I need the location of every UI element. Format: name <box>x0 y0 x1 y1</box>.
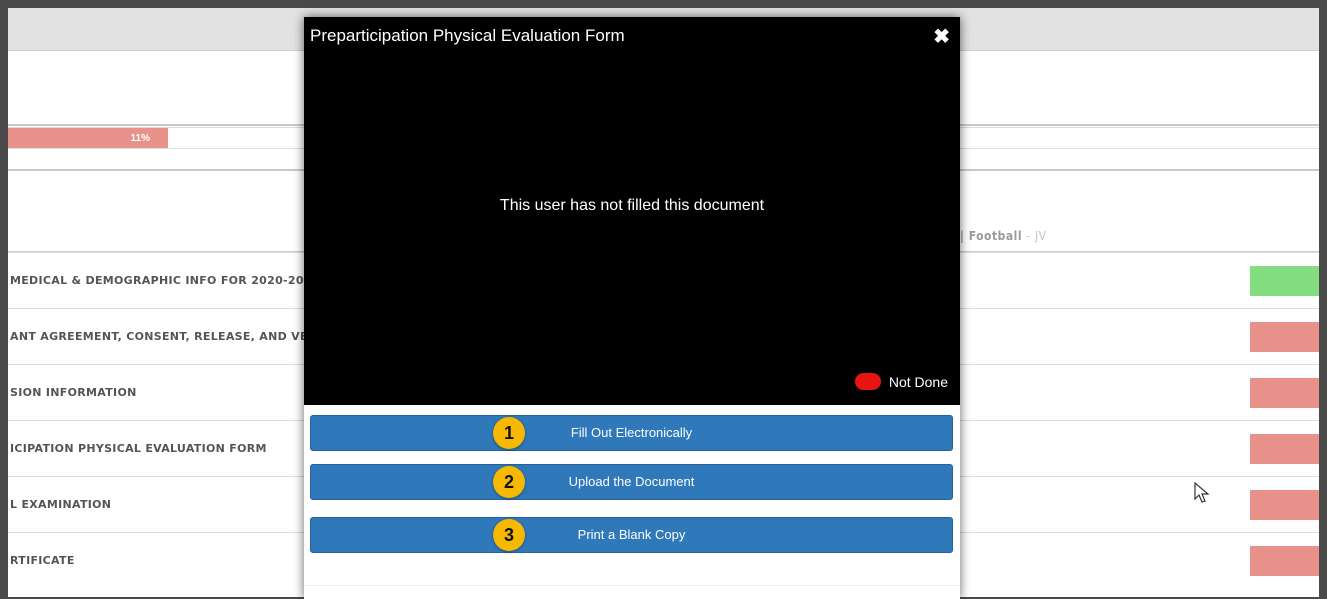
completion-status: Not Done <box>854 373 948 390</box>
document-status-block <box>1250 378 1319 408</box>
step-badge: 2 <box>493 466 525 498</box>
document-status-block <box>1250 546 1319 576</box>
sport-prefix: | <box>960 229 965 243</box>
document-name: rtificate <box>10 554 75 567</box>
status-label: Not Done <box>888 373 948 390</box>
sport-label: | Football - JV <box>960 229 1047 243</box>
divider <box>304 585 960 586</box>
step-badge: 1 <box>493 417 525 449</box>
sport-name: Football <box>968 229 1023 243</box>
document-name: icipation Physical Evaluation Form <box>10 442 267 455</box>
document-preview-area: Preparticipation Physical Evaluation For… <box>304 17 960 405</box>
status-dot-icon <box>854 373 881 390</box>
step-badge: 3 <box>493 519 525 551</box>
fill-out-electronically-button[interactable]: 1 Fill Out Electronically <box>310 415 953 451</box>
document-name: l Examination <box>10 498 112 511</box>
empty-document-message: This user has not filled this document <box>499 197 765 214</box>
document-name: ant Agreement, Consent, Release, and Ven <box>10 330 305 343</box>
mouse-pointer-icon <box>1194 482 1210 503</box>
document-status-block <box>1250 490 1319 520</box>
document-modal: Preparticipation Physical Evaluation For… <box>304 17 960 599</box>
print-blank-copy-button[interactable]: 3 Print a Blank Copy <box>310 517 953 553</box>
document-name: sion Information <box>10 386 137 399</box>
button-label: Print a Blank Copy <box>577 527 686 542</box>
document-status-block <box>1250 322 1319 352</box>
button-label: Fill Out Electronically <box>570 425 693 440</box>
close-icon[interactable]: ✖ <box>933 24 950 49</box>
modal-title: Preparticipation Physical Evaluation For… <box>310 26 625 45</box>
upload-document-button[interactable]: 2 Upload the Document <box>310 464 953 500</box>
document-name: Medical & Demographic Info for 2020-2021 <box>10 274 305 287</box>
progress-fill: 11% <box>8 128 168 148</box>
sport-separator: - <box>1026 229 1031 243</box>
sport-level: JV <box>1034 229 1047 243</box>
document-status-block <box>1250 434 1319 464</box>
button-label: Upload the Document <box>568 474 695 489</box>
document-status-block <box>1250 266 1319 296</box>
